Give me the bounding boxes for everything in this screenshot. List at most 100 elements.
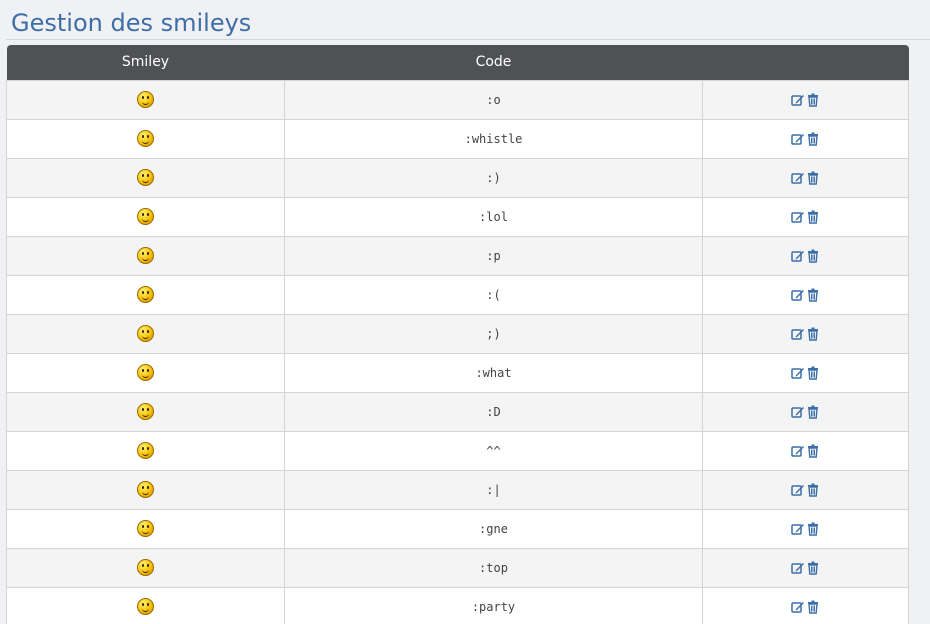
smiley-cell xyxy=(6,196,285,237)
edit-icon[interactable] xyxy=(791,288,805,302)
table-row: :whistle xyxy=(6,118,909,159)
code-cell: :| xyxy=(284,469,703,510)
actions-cell xyxy=(702,313,909,354)
delete-icon[interactable] xyxy=(806,288,820,302)
edit-icon[interactable] xyxy=(791,210,805,224)
smile-smiley-icon xyxy=(137,169,154,186)
sad-smiley-icon xyxy=(137,286,154,303)
neutral-smiley-icon xyxy=(137,481,154,498)
smiley-cell xyxy=(6,235,285,276)
table-row: :| xyxy=(6,469,909,510)
smiley-cell xyxy=(6,508,285,549)
row-actions xyxy=(791,366,820,380)
edit-icon[interactable] xyxy=(791,600,805,614)
column-header-actions xyxy=(703,45,909,80)
row-actions xyxy=(791,132,820,146)
smiley-cell xyxy=(6,469,285,510)
delete-icon[interactable] xyxy=(806,327,820,341)
actions-cell xyxy=(702,79,909,120)
code-cell: ^^ xyxy=(284,430,703,471)
table-row: :what xyxy=(6,352,909,393)
row-actions xyxy=(791,249,820,263)
edit-icon[interactable] xyxy=(791,405,805,419)
row-actions xyxy=(791,405,820,419)
row-actions xyxy=(791,210,820,224)
smileys-table: Smiley Code :o:whistle:):lol:p:(;):what:… xyxy=(6,45,909,624)
table-header-row: Smiley Code xyxy=(6,45,909,80)
smiley-cell xyxy=(6,79,285,120)
gne-smiley-icon xyxy=(137,520,154,537)
edit-icon[interactable] xyxy=(791,132,805,146)
delete-icon[interactable] xyxy=(806,249,820,263)
actions-cell xyxy=(702,547,909,588)
code-cell: :party xyxy=(284,586,703,624)
smiley-cell xyxy=(6,547,285,588)
table-row: ;) xyxy=(6,313,909,354)
delete-icon[interactable] xyxy=(806,522,820,536)
code-cell: :top xyxy=(284,547,703,588)
delete-icon[interactable] xyxy=(806,405,820,419)
column-header-smiley: Smiley xyxy=(121,54,170,71)
delete-icon[interactable] xyxy=(806,600,820,614)
laugh-smiley-icon xyxy=(137,208,154,225)
tongue-smiley-icon xyxy=(137,247,154,264)
delete-icon[interactable] xyxy=(806,444,820,458)
smiley-cell xyxy=(6,352,285,393)
actions-cell xyxy=(702,430,909,471)
actions-cell xyxy=(702,352,909,393)
smileys-table-container: Smiley Code :o:whistle:):lol:p:(;):what:… xyxy=(6,45,909,624)
table-row: :) xyxy=(6,157,909,198)
code-cell: :) xyxy=(284,157,703,198)
smiley-cell xyxy=(6,391,285,432)
edit-icon[interactable] xyxy=(791,483,805,497)
row-actions xyxy=(791,327,820,341)
delete-icon[interactable] xyxy=(806,171,820,185)
row-actions xyxy=(791,561,820,575)
table-header: Smiley Code xyxy=(6,45,909,80)
code-cell: :whistle xyxy=(284,118,703,159)
top-smiley-icon xyxy=(137,559,154,576)
smiley-cell xyxy=(6,586,285,624)
row-actions xyxy=(791,93,820,107)
grin-smiley-icon xyxy=(137,403,154,420)
whistle-smiley-icon xyxy=(137,130,154,147)
delete-icon[interactable] xyxy=(806,366,820,380)
smiley-cell xyxy=(6,430,285,471)
edit-icon[interactable] xyxy=(791,93,805,107)
actions-cell xyxy=(702,586,909,624)
table-row: :gne xyxy=(6,508,909,549)
row-actions xyxy=(791,483,820,497)
edit-icon[interactable] xyxy=(791,366,805,380)
delete-icon[interactable] xyxy=(806,210,820,224)
actions-cell xyxy=(702,235,909,276)
actions-cell xyxy=(702,196,909,237)
delete-icon[interactable] xyxy=(806,561,820,575)
row-actions xyxy=(791,288,820,302)
column-header-code: Code xyxy=(475,54,512,71)
happy-smiley-icon xyxy=(137,442,154,459)
code-cell: :lol xyxy=(284,196,703,237)
table-body: :o:whistle:):lol:p:(;):what:D ^^:|:gne:to… xyxy=(6,79,909,624)
edit-icon[interactable] xyxy=(791,444,805,458)
row-actions xyxy=(791,522,820,536)
smiley-cell xyxy=(6,313,285,354)
delete-icon[interactable] xyxy=(806,93,820,107)
edit-icon[interactable] xyxy=(791,171,805,185)
delete-icon[interactable] xyxy=(806,132,820,146)
smiley-cell xyxy=(6,157,285,198)
surprised-smiley-icon xyxy=(137,91,154,108)
actions-cell xyxy=(702,508,909,549)
smiley-cell xyxy=(6,118,285,159)
edit-icon[interactable] xyxy=(791,249,805,263)
table-row: ^^ xyxy=(6,430,909,471)
delete-icon[interactable] xyxy=(806,483,820,497)
edit-icon[interactable] xyxy=(791,327,805,341)
actions-cell xyxy=(702,469,909,510)
actions-cell xyxy=(702,118,909,159)
edit-icon[interactable] xyxy=(791,561,805,575)
edit-icon[interactable] xyxy=(791,522,805,536)
what-smiley-icon xyxy=(137,364,154,381)
row-actions xyxy=(791,171,820,185)
actions-cell xyxy=(702,157,909,198)
table-row: :lol xyxy=(6,196,909,237)
